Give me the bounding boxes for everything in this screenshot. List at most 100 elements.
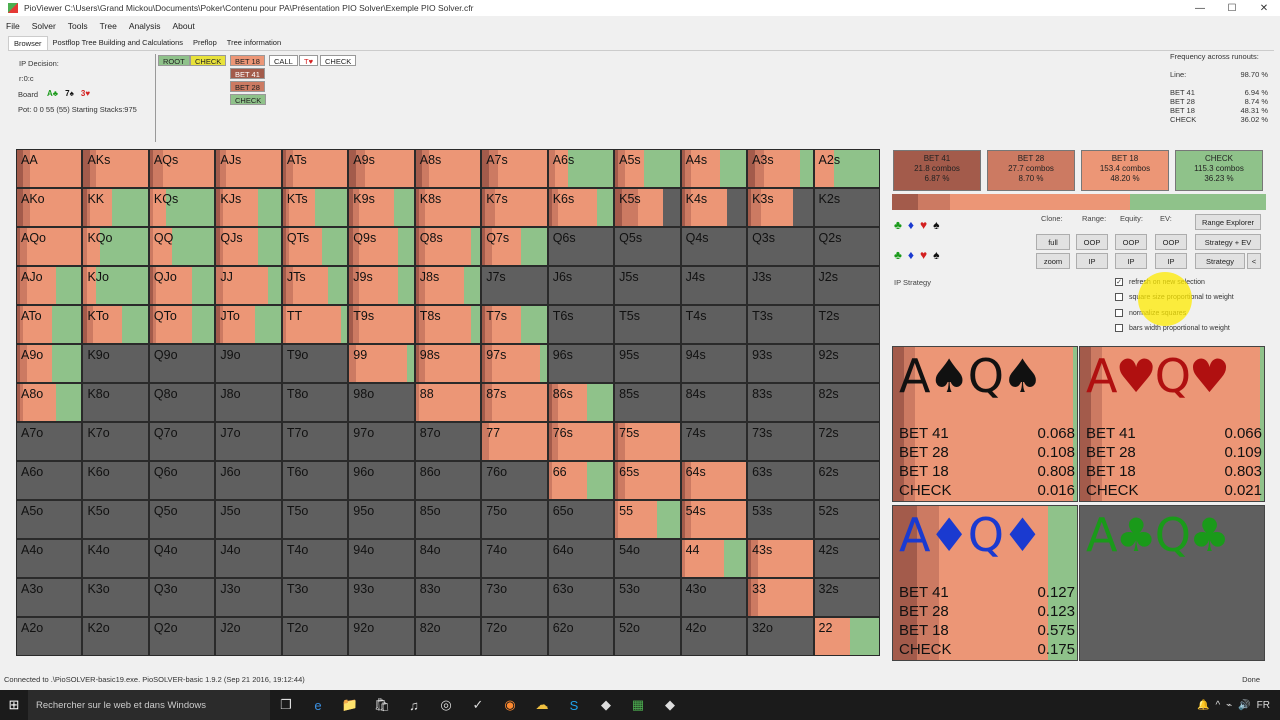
hand-cell[interactable]: 87s [481, 383, 548, 422]
hand-cell[interactable]: K3o [82, 578, 149, 617]
range-explorer-button[interactable]: Range Explorer [1195, 214, 1261, 230]
strategy-ev-button[interactable]: Strategy + EV [1195, 234, 1261, 250]
hand-cell[interactable]: 43o [680, 578, 748, 617]
hand-cell[interactable]: 65s [614, 461, 681, 500]
hand-cell[interactable]: 55 [614, 500, 681, 539]
hand-cell[interactable]: 84o [414, 539, 482, 578]
hand-cell[interactable]: T7s [481, 305, 548, 344]
hand-cell[interactable]: AQs [148, 149, 216, 188]
action-box-bet-18[interactable]: BET 18 153.4 combos 48.20 % [1081, 150, 1169, 191]
hand-cell[interactable]: 99 [348, 344, 415, 383]
tree-node-check[interactable]: CHECK [190, 55, 227, 66]
hand-cell[interactable]: T6o [281, 461, 349, 500]
action-box-check[interactable]: CHECK 115.3 combos 36.23 % [1175, 150, 1263, 191]
tree-node-turn-card[interactable]: T♥ [299, 55, 319, 66]
hand-cell[interactable]: AKs [82, 149, 149, 188]
network-icon[interactable]: ⌁ [1226, 700, 1232, 711]
checkbox-icon[interactable] [1115, 309, 1123, 317]
hand-cell[interactable]: 77 [481, 422, 548, 461]
poker-app-icon-2[interactable]: ◆ [654, 690, 686, 720]
hand-cell[interactable]: 66 [547, 461, 615, 500]
hand-cell[interactable]: KJs [215, 188, 282, 227]
hand-cell[interactable]: TT [281, 305, 349, 344]
hand-cell[interactable]: T4o [281, 539, 349, 578]
hand-cell[interactable]: T8s [414, 305, 482, 344]
club-icon[interactable]: ♣ [894, 218, 902, 232]
hand-cell[interactable]: 54o [614, 539, 681, 578]
checkbox-icon[interactable] [1115, 293, 1123, 301]
hand-cell[interactable]: K6s [547, 188, 615, 227]
hand-cell[interactable]: J9s [348, 266, 415, 305]
hand-cell[interactable]: JJ [215, 266, 282, 305]
tab-browser[interactable]: Browser [8, 36, 48, 50]
hand-cell[interactable]: A3o [16, 578, 83, 617]
hand-cell[interactable]: K3s [747, 188, 814, 227]
hand-cell[interactable]: T8o [281, 383, 349, 422]
heart-icon[interactable]: ♥ [920, 248, 927, 262]
hand-cell[interactable]: 64o [547, 539, 615, 578]
skype-icon[interactable]: S [558, 690, 590, 720]
hand-cell[interactable]: Q3s [747, 227, 814, 266]
hand-cell[interactable]: AQo [16, 227, 83, 266]
hand-cell[interactable]: 53o [614, 578, 681, 617]
app-icon[interactable]: ◎ [430, 690, 462, 720]
taskbar-search[interactable]: Rechercher sur le web et dans Windows [28, 690, 270, 720]
hand-cell[interactable]: T9o [281, 344, 349, 383]
hand-cell[interactable]: QJs [215, 227, 282, 266]
tab-tree-information[interactable]: Tree information [222, 36, 286, 50]
hand-cell[interactable]: 64s [680, 461, 748, 500]
hand-cell[interactable]: Q9s [348, 227, 415, 266]
hand-cell[interactable]: A2s [813, 149, 880, 188]
hand-cell[interactable]: 82o [414, 617, 482, 656]
hand-cell[interactable]: K7s [481, 188, 548, 227]
hand-cell[interactable]: 96s [547, 344, 615, 383]
hand-cell[interactable]: Q4s [680, 227, 748, 266]
hand-cell[interactable]: T2o [281, 617, 349, 656]
hand-cell[interactable]: K6o [82, 461, 149, 500]
hand-cell[interactable]: A8s [414, 149, 482, 188]
strategy-button[interactable]: Strategy [1195, 253, 1245, 269]
language-indicator[interactable]: FR [1257, 700, 1270, 711]
hand-cell[interactable]: 75s [614, 422, 681, 461]
hand-cell[interactable]: J5s [614, 266, 681, 305]
hand-cell[interactable]: J2o [215, 617, 282, 656]
option-bars-width[interactable]: bars width proportional to weight [1115, 324, 1230, 332]
hand-cell[interactable]: 63s [747, 461, 814, 500]
menu-file[interactable]: File [6, 21, 20, 31]
media-player-icon[interactable]: ♫ [398, 690, 430, 720]
hand-cell[interactable]: 97o [348, 422, 415, 461]
hand-cell[interactable]: J9o [215, 344, 282, 383]
hand-cell[interactable]: 85s [614, 383, 681, 422]
hand-cell[interactable]: AJo [16, 266, 83, 305]
hand-cell[interactable]: J7s [481, 266, 548, 305]
hand-cell[interactable]: J7o [215, 422, 282, 461]
hand-cell[interactable]: 86o [414, 461, 482, 500]
hand-cell[interactable]: A5s [614, 149, 681, 188]
hand-cell[interactable]: A9o [16, 344, 83, 383]
hand-cell[interactable]: A6s [547, 149, 615, 188]
ev-ip-button[interactable]: IP [1155, 253, 1187, 269]
menu-analysis[interactable]: Analysis [129, 21, 161, 31]
hand-cell[interactable]: 75o [481, 500, 548, 539]
hand-cell[interactable]: A8o [16, 383, 83, 422]
collapse-arrow-button[interactable]: < [1247, 253, 1261, 269]
range-ip-button[interactable]: IP [1076, 253, 1108, 269]
firefox-icon[interactable]: ◉ [494, 690, 526, 720]
hand-cell[interactable]: 95s [614, 344, 681, 383]
edge-icon[interactable]: e [302, 690, 334, 720]
hand-cell[interactable]: KQo [82, 227, 149, 266]
tab-postflop-tree[interactable]: Postflop Tree Building and Calculations [48, 36, 189, 50]
hand-cell[interactable]: K5o [82, 500, 149, 539]
hand-cell[interactable]: QQ [148, 227, 216, 266]
hand-cell[interactable]: 72s [813, 422, 880, 461]
hand-cell[interactable]: J6s [547, 266, 615, 305]
menu-tree[interactable]: Tree [100, 21, 117, 31]
hand-cell[interactable]: 73s [747, 422, 814, 461]
tab-preflop[interactable]: Preflop [188, 36, 222, 50]
tree-node-check-2[interactable]: CHECK [320, 55, 357, 66]
hand-cell[interactable]: 97s [481, 344, 548, 383]
hand-cell[interactable]: Q2s [813, 227, 880, 266]
hand-cell[interactable]: J4o [215, 539, 282, 578]
hand-cell[interactable]: J6o [215, 461, 282, 500]
volume-icon[interactable]: 🔊 [1238, 700, 1250, 711]
